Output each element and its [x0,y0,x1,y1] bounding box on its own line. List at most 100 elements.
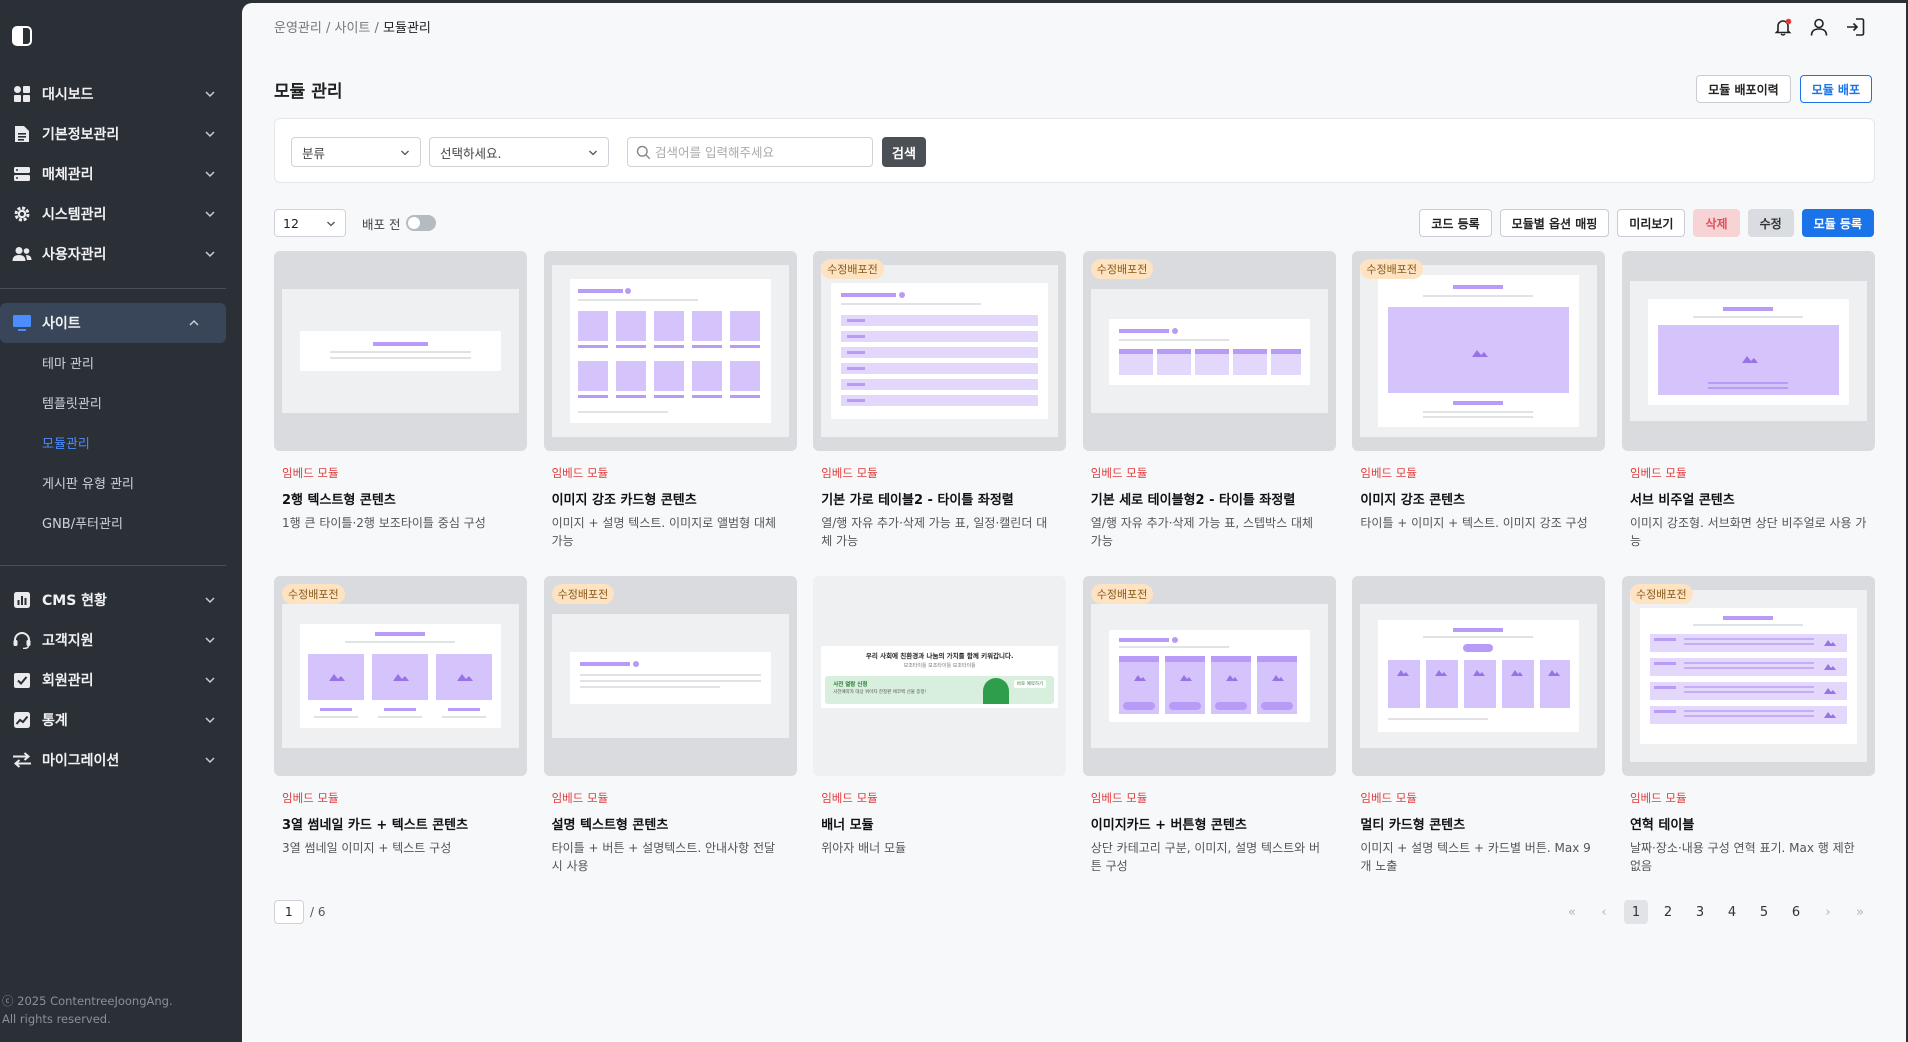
module-card[interactable]: 수정배포전 임베드 모듈 기본 세로 테이블형2 - 타이틀 좌정렬 열/행 자… [1082,251,1336,576]
sidebar-item-members[interactable]: 회원관리 [0,660,242,700]
page-link[interactable]: 6 [1784,900,1808,924]
module-thumbnail: 수정배포전 [1352,251,1606,451]
sidebar-submenu-site: 테마 관리 템플릿관리 모듈관리 게시판 유형 관리 GNB/푸터관리 [0,343,242,551]
module-title: 3열 썸네일 카드 + 텍스트 콘텐츠 [282,818,469,833]
module-category: 임베드 모듈 [282,791,339,805]
page-link[interactable]: 2 [1656,900,1680,924]
deploy-history-button[interactable]: 모듈 배포이력 [1696,75,1791,103]
users-icon [12,244,32,264]
sidebar-item-users[interactable]: 사용자관리 [0,234,242,274]
monitor-icon [12,313,32,333]
module-card[interactable]: 수정배포전 임베드 모듈 3열 썸네일 카드 + 텍스트 콘텐츠 3열 썸네일 … [274,576,527,901]
status-badge: 수정배포전 [1090,584,1154,604]
module-description: 위아자 배너 모듈 [821,841,907,855]
breadcrumb-current: 모듈관리 [383,21,431,36]
banner-strip-text: 사전예약자 대상 위아자 한정판 에코백 선물 증정! [833,690,927,695]
breadcrumb-item[interactable]: 사이트 [335,21,371,36]
module-card[interactable]: 임베드 모듈 서브 비주얼 콘텐츠 이미지 강조형. 서브화면 상단 비주얼로 … [1621,251,1875,576]
sidebar-subitem-board-type[interactable]: 게시판 유형 관리 [0,465,242,505]
module-title: 이미지 강조 콘텐츠 [1360,493,1466,508]
module-card[interactable]: 수정배포전 임베드 모듈 연혁 테이블 날짜·장소·내용 구성 연혁 표기. M… [1621,576,1875,901]
sidebar-subitem-module[interactable]: 모듈관리 [0,425,242,465]
module-register-button[interactable]: 모듈 등록 [1801,209,1874,237]
module-description: 타이틀 + 버튼 + 설명텍스트. 안내사항 전달 시 사용 [551,841,776,873]
module-card[interactable]: 임베드 모듈 이미지 강조 카드형 콘텐츠 이미지 + 설명 텍스트. 이미지로… [543,251,797,576]
breadcrumb-separator: / [370,21,384,36]
sidebar-item-system[interactable]: 시스템관리 [0,194,242,234]
sidebar-item-label: CMS 현황 [42,593,107,609]
deploy-button[interactable]: 모듈 배포 [1799,75,1872,103]
logout-icon[interactable] [1844,16,1866,38]
sidebar-item-support[interactable]: 고객지원 [0,620,242,660]
module-category: 임베드 모듈 [1360,791,1417,805]
prev-page-icon[interactable]: ‹ [1592,900,1616,924]
module-card[interactable]: 우리 사회에 친환경과 나눔의 가치를 함께 키워갑니다. 보조타이틀 보조타이… [813,576,1067,901]
checklist-icon [12,670,32,690]
module-category: 임베드 모듈 [1629,791,1687,805]
page-header-actions: 모듈 배포이력 모듈 배포 [1696,75,1872,103]
code-register-button[interactable]: 코드 등록 [1419,209,1492,237]
next-page-icon[interactable]: › [1816,900,1840,924]
document-icon [12,124,32,144]
sidebar-item-label: 기본정보관리 [42,127,120,143]
module-category: 임베드 모듈 [821,466,878,480]
banner-strip-title: 사전 열람 신청 [833,682,868,688]
sidebar-item-media[interactable]: 매체관리 [0,154,242,194]
module-card[interactable]: 수정배포전 임베드 모듈 기본 가로 테이블2 - 타이틀 좌정렬 열/행 자유… [813,251,1067,576]
breadcrumb-item[interactable]: 운영관리 [274,21,322,36]
delete-button[interactable]: 삭제 [1693,209,1740,237]
page-link[interactable]: 5 [1752,900,1776,924]
bell-icon[interactable] [1772,16,1794,38]
module-description: 이미지 강조형. 서브화면 상단 비주얼로 사용 가능 [1629,516,1867,548]
category-select[interactable]: 분류 [291,137,421,167]
sidebar-item-basic-info[interactable]: 기본정보관리 [0,114,242,154]
status-badge: 수정배포전 [1629,584,1693,604]
module-category: 임베드 모듈 [821,791,878,805]
page-link[interactable]: 1 [1624,900,1648,924]
sidebar-item-label: 고객지원 [42,633,94,649]
banner-preview: 우리 사회에 친환경과 나눔의 가치를 함께 키워갑니다. 보조타이틀 보조타이… [821,646,1059,708]
module-card[interactable]: 수정배포전 임베드 모듈 이미지 강조 콘텐츠 타이틀 + 이미지 + 텍스트.… [1352,251,1606,576]
module-category: 임베드 모듈 [551,466,609,480]
sidebar-item-label: 회원관리 [42,673,94,689]
subcategory-select[interactable]: 선택하세요. [429,137,609,167]
module-card[interactable]: 수정배포전 임베드 모듈 설명 텍스트형 콘텐츠 타이틀 + 버튼 + 설명텍스… [543,576,797,901]
page-link[interactable]: 3 [1688,900,1712,924]
edit-button[interactable]: 수정 [1747,209,1794,237]
page-size-select[interactable]: 12 [274,209,346,237]
sidebar-subitem-template[interactable]: 템플릿관리 [0,385,242,425]
headset-icon [12,630,32,650]
page-number-input[interactable]: 1 [274,900,304,924]
banner-headline: 우리 사회에 친환경과 나눔의 가치를 함께 키워갑니다. [865,652,1014,660]
chevron-down-icon [205,251,215,258]
module-card[interactable]: 임베드 모듈 멀티 카드형 콘텐츠 이미지 + 설명 텍스트 + 카드별 버튼.… [1352,576,1606,901]
sidebar-item-label: 사이트 [42,316,81,332]
predeploy-toggle[interactable] [406,215,437,231]
module-title: 배너 모듈 [821,818,874,833]
module-description: 이미지 + 설명 텍스트. 이미지로 앨범형 대체 가능 [551,516,777,548]
sidebar-item-site[interactable]: 사이트 [0,303,226,343]
sidebar-subitem-gnb-footer[interactable]: GNB/푸터관리 [0,505,242,545]
last-page-icon[interactable]: » [1848,900,1872,924]
category-select-value: 분류 [302,145,326,161]
preview-button[interactable]: 미리보기 [1617,209,1686,237]
search-field[interactable] [627,137,873,167]
breadcrumb-separator: / [321,21,335,36]
logo-icon[interactable] [12,26,32,46]
option-mapping-button[interactable]: 모듈별 옵션 매핑 [1499,209,1610,237]
status-badge: 수정배포전 [551,584,615,604]
sidebar-item-stats[interactable]: 통계 [0,700,242,740]
user-icon[interactable] [1808,16,1830,38]
sidebar-subitem-theme[interactable]: 테마 관리 [0,345,242,385]
module-thumbnail [543,251,797,451]
search-input[interactable] [655,144,855,160]
sidebar-item-migration[interactable]: 마이그레이션 [0,740,242,780]
search-button[interactable]: 검색 [882,137,926,167]
first-page-icon[interactable]: « [1560,900,1584,924]
sidebar-item-dashboard[interactable]: 대시보드 [0,74,242,114]
sidebar-item-cms-status[interactable]: CMS 현황 [0,580,242,620]
module-card[interactable]: 임베드 모듈 2행 텍스트형 콘텐츠 1행 큰 타이틀·2행 보조타이틀 중심 … [274,251,527,576]
page-link[interactable]: 4 [1720,900,1744,924]
chevron-down-icon [205,91,215,98]
module-card[interactable]: 수정배포전 임베드 모듈 이미지카드 + 버튼형 콘텐츠 상단 카테고리 구분,… [1082,576,1336,901]
